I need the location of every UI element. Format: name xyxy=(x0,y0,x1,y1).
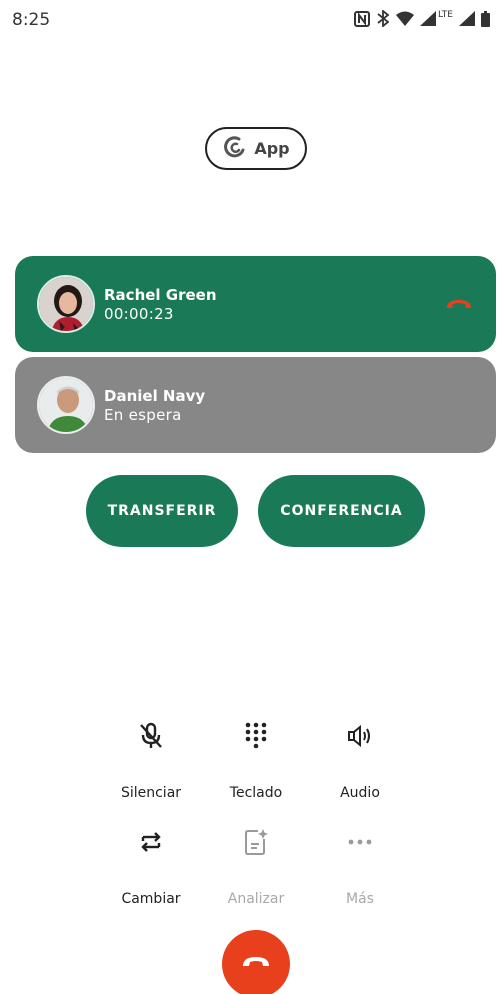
more-horizontal-icon xyxy=(340,822,380,862)
signal-roaming-icon xyxy=(420,11,437,26)
call-hold-status: En espera xyxy=(104,406,182,424)
hangup-icon xyxy=(241,955,271,974)
more-label: Más xyxy=(346,891,374,907)
swap-icon xyxy=(131,822,171,862)
document-sparkle-icon xyxy=(236,822,276,862)
status-bar: 8:25 LTE xyxy=(0,0,498,40)
app-badge-label: App xyxy=(254,139,290,158)
status-time: 8:25 xyxy=(12,10,51,30)
audio-button[interactable]: Audio xyxy=(290,716,430,801)
wifi-icon xyxy=(396,11,415,26)
avatar xyxy=(37,275,95,333)
signal-icon xyxy=(459,11,475,26)
audio-label: Audio xyxy=(340,785,380,801)
speaker-icon xyxy=(340,716,380,756)
hangup-icon[interactable] xyxy=(444,292,474,316)
nfc-icon xyxy=(354,10,371,27)
call-timer: 00:00:23 xyxy=(104,305,174,323)
caller-name: Daniel Navy xyxy=(104,387,206,405)
caller-name: Rachel Green xyxy=(104,286,217,304)
app-badge[interactable]: App xyxy=(205,127,307,170)
active-call-card[interactable]: Rachel Green 00:00:23 xyxy=(15,256,496,352)
mic-off-icon xyxy=(131,716,171,756)
dialpad-icon xyxy=(236,716,276,756)
conference-button[interactable]: CONFERENCIA xyxy=(258,475,425,547)
status-icons: LTE xyxy=(354,10,490,27)
network-type-label: LTE xyxy=(438,9,453,20)
held-call-card[interactable]: Daniel Navy En espera xyxy=(15,357,496,453)
battery-icon xyxy=(481,10,490,27)
avatar xyxy=(37,376,95,434)
more-button[interactable]: Más xyxy=(290,822,430,907)
app-logo-icon xyxy=(222,134,246,163)
bluetooth-icon xyxy=(376,10,390,27)
transfer-button[interactable]: TRANSFERIR xyxy=(86,475,238,547)
end-call-button[interactable] xyxy=(222,930,290,994)
